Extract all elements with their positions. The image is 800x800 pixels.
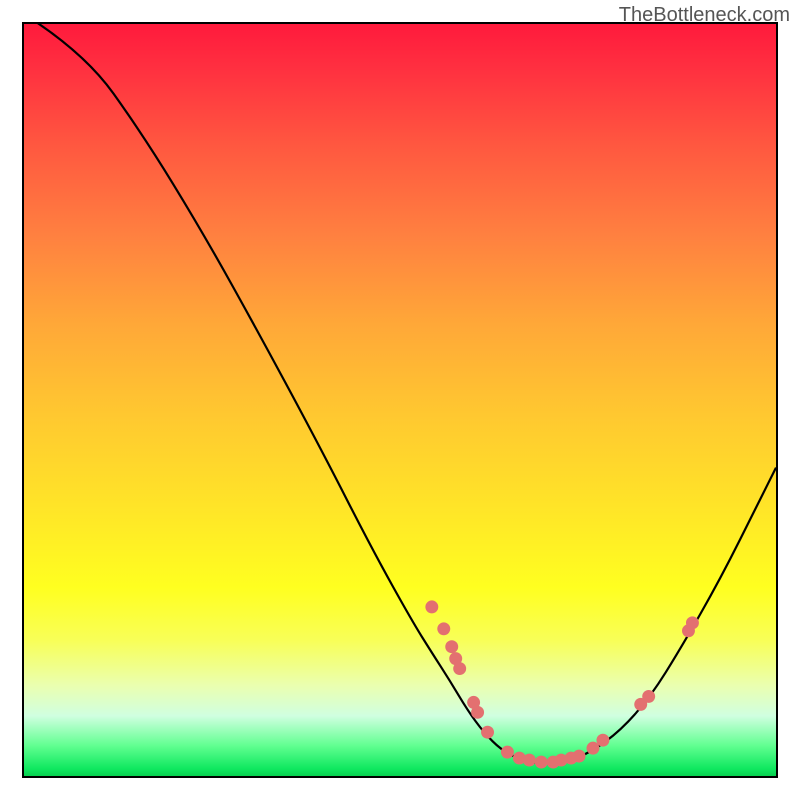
- chart-svg: [24, 24, 776, 776]
- watermark-text: TheBottleneck.com: [619, 4, 790, 27]
- data-marker: [471, 706, 484, 719]
- data-marker: [642, 690, 655, 703]
- data-marker: [573, 750, 586, 763]
- data-marker: [453, 662, 466, 675]
- data-marker: [523, 754, 536, 767]
- data-marker: [686, 616, 699, 629]
- data-marker: [535, 756, 548, 769]
- data-marker: [425, 600, 438, 613]
- data-marker: [596, 734, 609, 747]
- data-marker: [437, 622, 450, 635]
- data-marker: [501, 746, 514, 759]
- bottleneck-curve: [24, 24, 776, 763]
- data-marker: [445, 640, 458, 653]
- data-marker: [481, 726, 494, 739]
- chart-plot-area: [22, 22, 778, 778]
